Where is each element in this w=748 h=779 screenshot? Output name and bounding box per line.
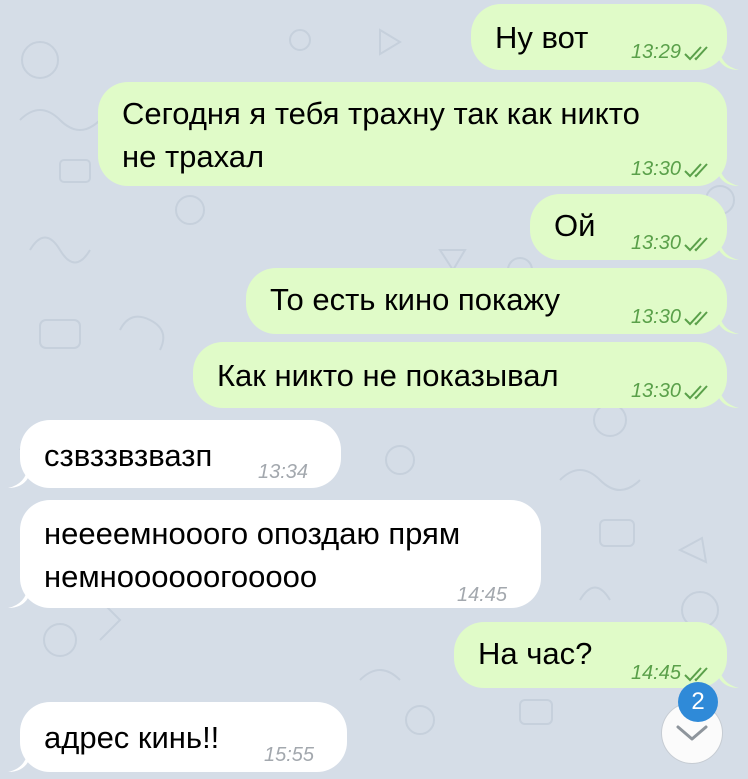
- message-meta: 13:30: [631, 148, 713, 191]
- message-text: Как никто не показывал: [217, 358, 559, 393]
- bubble-tail: [719, 386, 739, 408]
- message-time: 13:29: [630, 41, 681, 63]
- bubble-tail: [8, 750, 28, 772]
- message-text: адрес кинь!!: [44, 720, 220, 755]
- bubble-tail: [719, 312, 739, 334]
- message-outgoing[interactable]: Сегодня я тебя трахну так как никто не т…: [98, 82, 739, 186]
- double-check-icon: [684, 384, 708, 399]
- message-outgoing[interactable]: На час? 14:45: [454, 622, 739, 688]
- bubble-tail: [719, 164, 739, 186]
- message-meta: 13:30: [631, 370, 713, 413]
- message-time: 14:45: [457, 584, 508, 606]
- message-incoming[interactable]: сзвззвзвазп 13:34: [8, 420, 341, 488]
- message-text: неееемнооого опоздаю прям немноооооогооо…: [44, 516, 461, 594]
- message-meta: 14:45: [457, 574, 507, 617]
- message-meta: 13:34: [258, 451, 308, 494]
- message-time: 14:45: [630, 662, 681, 684]
- message-time: 15:55: [264, 744, 315, 766]
- message-time: 13:30: [630, 380, 681, 402]
- message-time: 13:30: [630, 232, 681, 254]
- message-text: Сегодня я тебя трахну так как никто не т…: [122, 96, 640, 174]
- message-text: Ну вот: [495, 20, 589, 55]
- message-time: 13:34: [258, 461, 309, 483]
- message-outgoing[interactable]: То есть кино покажу 13:30: [246, 268, 739, 334]
- message-meta: 15:55: [264, 734, 314, 777]
- message-text: сзвззвзвазп: [44, 438, 213, 473]
- message-outgoing[interactable]: Ну вот 13:29: [471, 4, 739, 70]
- message-outgoing[interactable]: Как никто не показывал 13:30: [193, 342, 739, 408]
- message-text: То есть кино покажу: [270, 282, 561, 317]
- double-check-icon: [684, 45, 708, 60]
- double-check-icon: [684, 236, 708, 251]
- message-time: 13:30: [630, 306, 681, 328]
- message-time: 13:30: [630, 158, 681, 180]
- double-check-icon: [684, 666, 708, 681]
- chevron-down-icon: [676, 725, 708, 741]
- message-outgoing[interactable]: Ой 13:30: [530, 194, 739, 260]
- message-incoming[interactable]: адрес кинь!! 15:55: [8, 702, 347, 772]
- message-meta: 13:29: [631, 31, 713, 74]
- bubble-tail: [719, 666, 739, 688]
- bubble-tail: [8, 466, 28, 488]
- bubble-tail: [719, 238, 739, 260]
- message-meta: 13:30: [631, 222, 713, 265]
- message-text: На час?: [478, 636, 593, 671]
- bubble-tail: [719, 48, 739, 70]
- unread-badge: 2: [678, 682, 718, 722]
- double-check-icon: [684, 310, 708, 325]
- double-check-icon: [684, 162, 708, 177]
- message-meta: 13:30: [631, 296, 713, 339]
- message-text: Ой: [554, 208, 596, 243]
- bubble-tail: [8, 586, 28, 608]
- message-incoming[interactable]: неееемнооого опоздаю прям немноооооогооо…: [8, 500, 541, 608]
